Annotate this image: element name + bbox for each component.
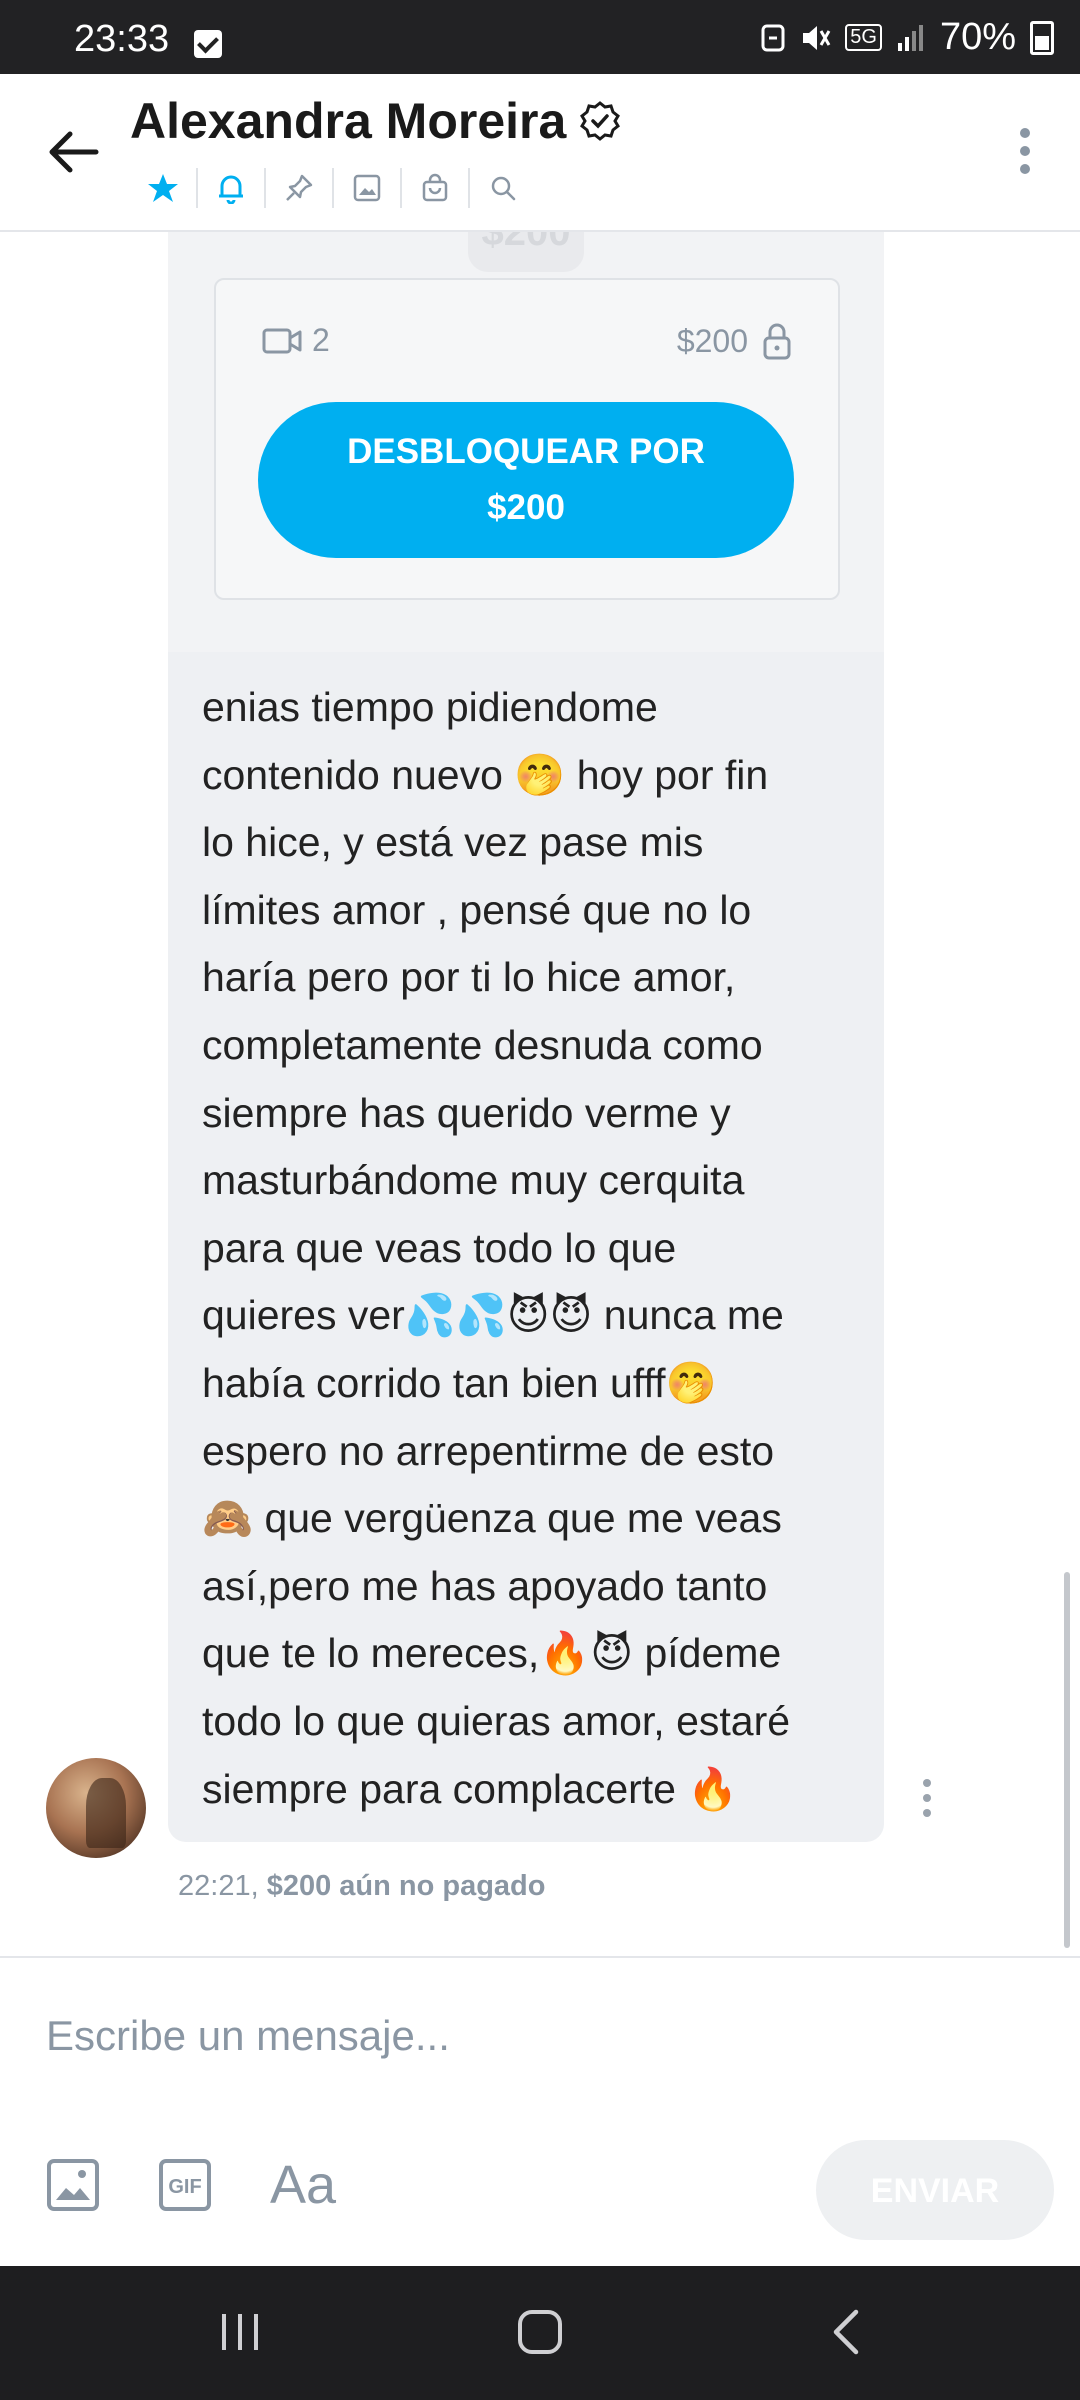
mute-icon xyxy=(803,25,831,50)
status-bar: 23:33 5G 70% xyxy=(0,0,1080,74)
media-count-value: 2 xyxy=(312,322,330,358)
message-list[interactable]: $200 2 $200 DESBLOQUEAR POR $200 enias t… xyxy=(0,232,1080,1956)
media-count: 2 xyxy=(262,322,330,359)
status-icons: 5G 70% xyxy=(761,16,1054,59)
unlock-button[interactable]: DESBLOQUEAR POR $200 xyxy=(258,402,794,558)
data-saver-icon xyxy=(761,24,785,51)
system-nav-bar xyxy=(0,2266,1080,2400)
message-composer: Escribe un mensaje... GIF Aa ENVIAR xyxy=(0,1956,1080,2268)
unlock-label-line1: DESBLOQUEAR POR xyxy=(347,432,705,471)
image-icon xyxy=(353,174,381,202)
favorite-button[interactable] xyxy=(130,168,198,208)
back-nav-button[interactable] xyxy=(806,2302,886,2362)
chat-header: Alexandra Moreira xyxy=(0,74,1080,232)
message-meta: 22:21, $200 aún no pagado xyxy=(178,1870,546,1903)
home-icon xyxy=(518,2310,562,2354)
network-label: 5G xyxy=(845,24,882,51)
locked-media-preview: $200 2 $200 DESBLOQUEAR POR $200 xyxy=(168,232,884,652)
preview-price-ghost: $200 xyxy=(468,232,584,272)
locked-price: $200 xyxy=(677,322,792,360)
composer-toolbar: GIF Aa xyxy=(46,2154,336,2216)
scrollbar[interactable] xyxy=(1064,1572,1070,1948)
recents-icon xyxy=(222,2314,258,2350)
search-icon xyxy=(491,176,516,201)
bell-icon xyxy=(219,175,243,204)
status-time: 23:33 xyxy=(74,18,170,60)
unlock-label-line2: $200 xyxy=(487,488,565,527)
message-options-icon[interactable] xyxy=(922,1778,932,1818)
notifications-button[interactable] xyxy=(198,168,266,208)
contact-name: Alexandra Moreira xyxy=(130,93,567,149)
video-icon xyxy=(262,328,302,353)
back-chevron-icon xyxy=(833,2309,859,2355)
purchases-button[interactable] xyxy=(402,168,470,208)
recents-button[interactable] xyxy=(200,2302,280,2362)
home-button[interactable] xyxy=(500,2302,580,2362)
send-button[interactable]: ENVIAR xyxy=(816,2140,1054,2240)
message-text: enias tiempo pidiendome contenido nuevo … xyxy=(202,684,791,1812)
signal-icon xyxy=(897,24,923,51)
chat-title[interactable]: Alexandra Moreira xyxy=(130,92,621,150)
battery-percent: 70% xyxy=(939,16,1016,58)
price-value: $200 xyxy=(676,322,748,359)
avatar[interactable] xyxy=(46,1758,146,1858)
verified-icon xyxy=(580,101,621,141)
more-options-icon[interactable] xyxy=(1018,126,1032,176)
svg-text:GIF: GIF xyxy=(168,2176,201,2198)
header-toolbar xyxy=(130,168,536,208)
pin-icon xyxy=(286,174,313,201)
message-time: 22:21, xyxy=(178,1870,259,1902)
message-bubble: $200 2 $200 DESBLOQUEAR POR $200 enias t… xyxy=(168,232,884,1842)
lock-icon xyxy=(763,323,791,360)
payment-status: $200 aún no pagado xyxy=(266,1870,546,1902)
locked-content-card: 2 $200 DESBLOQUEAR POR $200 xyxy=(214,278,840,600)
image-attach-icon[interactable] xyxy=(46,2158,100,2212)
checkbox-notification-icon xyxy=(194,30,222,58)
text-format-button[interactable]: Aa xyxy=(270,2154,336,2216)
pin-button[interactable] xyxy=(266,168,334,208)
shopping-bag-icon xyxy=(422,173,448,202)
search-button[interactable] xyxy=(470,168,536,208)
media-button[interactable] xyxy=(334,168,402,208)
star-icon xyxy=(148,174,178,202)
battery-icon xyxy=(1030,20,1054,55)
back-arrow-icon[interactable] xyxy=(48,126,100,178)
message-input[interactable]: Escribe un mensaje... xyxy=(46,2012,450,2060)
gif-icon[interactable]: GIF xyxy=(158,2158,212,2212)
